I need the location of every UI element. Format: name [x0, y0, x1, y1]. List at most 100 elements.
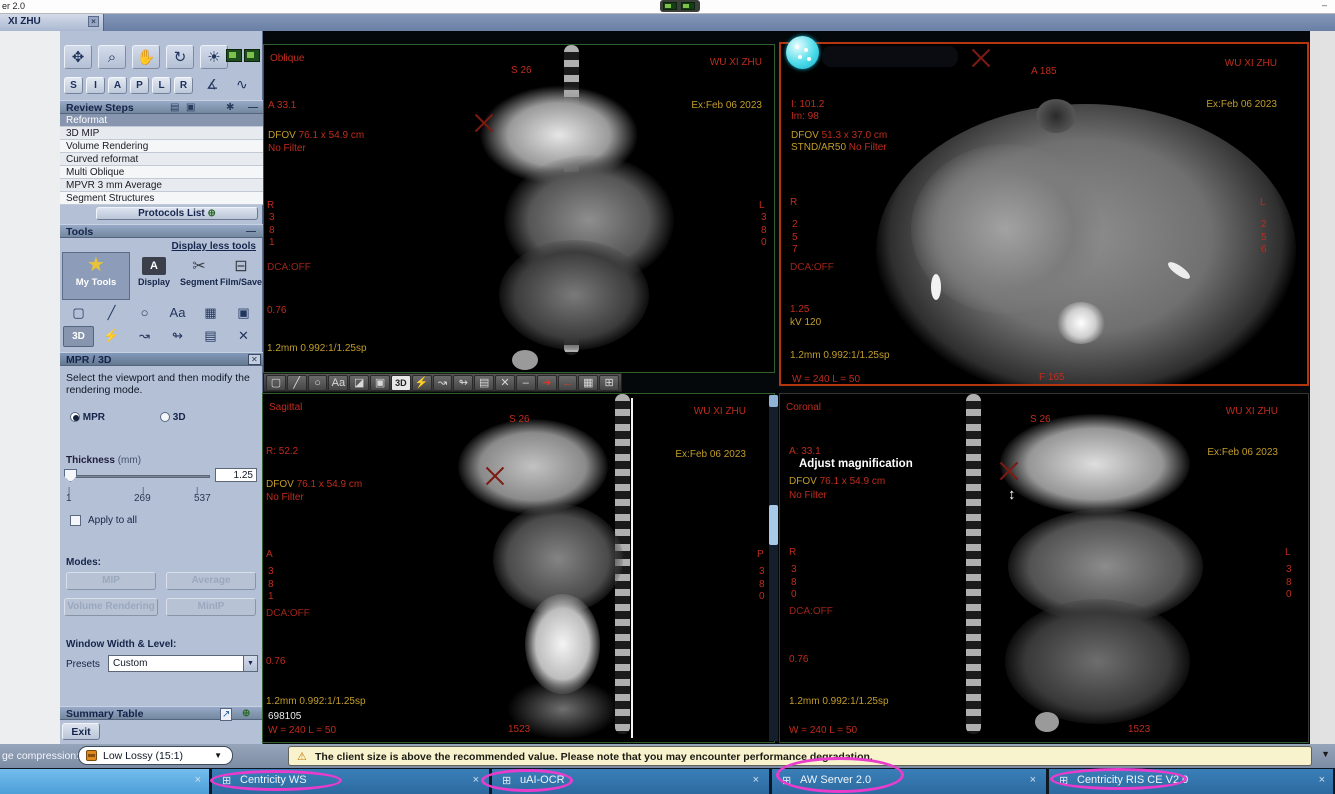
ellipse-roi-tool-icon[interactable]: ○: [308, 375, 328, 391]
close-tab-icon[interactable]: ×: [1319, 774, 1325, 786]
film-save-tool-icon[interactable]: ▦: [578, 375, 598, 391]
curve-tool-icon[interactable]: ↝: [433, 375, 453, 391]
stack-tool-icon[interactable]: ▦: [195, 303, 226, 324]
tab-aw-server[interactable]: ⊞ AW Server 2.0 ×: [772, 769, 1046, 794]
viewport-sagittal[interactable]: Sagittal S 26 WU XI ZHU Ex:Feb 06 2023 R…: [262, 393, 775, 743]
close-tab-icon[interactable]: ×: [473, 774, 479, 786]
curve-add-tool-icon[interactable]: ↬: [453, 375, 473, 391]
crosshair[interactable]: [997, 459, 1021, 483]
next-step-tool-icon[interactable]: ➜: [537, 375, 557, 391]
thickness-slider-thumb[interactable]: [64, 469, 77, 482]
layout-tool-icon[interactable]: ⊞: [599, 375, 619, 391]
viewport-oblique[interactable]: Oblique S 26 WU XI ZHU Ex:Feb 06 2023 A …: [263, 44, 775, 373]
apply-to-all-checkbox[interactable]: [70, 515, 81, 526]
radio-3d[interactable]: 3D: [160, 412, 186, 423]
3d-tool-icon[interactable]: 3D: [391, 375, 411, 391]
orient-s-button[interactable]: S: [64, 77, 83, 94]
review-step-item[interactable]: 3D MIP: [60, 127, 263, 140]
display-less-tools-link[interactable]: Display less tools: [172, 241, 256, 252]
curve-add-tool-icon[interactable]: ↬: [162, 326, 193, 347]
review-step-item[interactable]: Volume Rendering: [60, 140, 263, 153]
text-annotation-tool-icon[interactable]: Aa: [328, 375, 348, 391]
review-step-item[interactable]: Reformat: [60, 114, 263, 127]
select-tool-icon[interactable]: ▢: [63, 303, 94, 324]
eraser-tool-icon[interactable]: ◪: [349, 375, 369, 391]
tools-tab-display[interactable]: A Display: [132, 252, 176, 300]
collapse-icon[interactable]: —: [248, 102, 258, 113]
prev-step-tool-icon[interactable]: ←: [558, 375, 578, 391]
gear-icon[interactable]: ✱: [226, 102, 234, 113]
collapse-icon[interactable]: —: [246, 226, 256, 237]
chevron-down-icon[interactable]: ▼: [243, 656, 257, 671]
scroll-thumb[interactable]: [769, 505, 778, 545]
protocols-list-button[interactable]: Protocols List ⊕: [96, 207, 258, 220]
magnify-icon[interactable]: ⌕: [98, 45, 126, 69]
rotate-icon[interactable]: ↻: [166, 45, 194, 69]
minip-button[interactable]: MinIP: [166, 598, 256, 616]
scroll-up-button[interactable]: [769, 395, 778, 407]
series-save-icon[interactable]: [226, 49, 242, 62]
popout-arrow-icon[interactable]: ↗: [220, 708, 232, 721]
orient-l-button[interactable]: L: [152, 77, 171, 94]
viewport-axial[interactable]: A 185 WU XI ZHU Ex:Feb 06 2023 I: 101.2 …: [779, 42, 1309, 386]
ruler-tool-icon[interactable]: ╱: [287, 375, 307, 391]
tab-current[interactable]: ×: [0, 769, 209, 794]
minimize-tool-icon[interactable]: –: [516, 375, 536, 391]
compression-dropdown[interactable]: Low Lossy (15:1) ▼: [78, 746, 233, 765]
close-icon[interactable]: ✕: [248, 354, 261, 365]
volume-rendering-button[interactable]: Volume Rendering: [64, 598, 158, 616]
select-tool-icon[interactable]: ▢: [266, 375, 286, 391]
exit-button[interactable]: Exit: [62, 723, 100, 740]
pan-icon[interactable]: ✥: [64, 45, 92, 69]
film-tool-icon[interactable]: ▤: [474, 375, 494, 391]
close-tab-icon[interactable]: ×: [1030, 774, 1036, 786]
film-icon[interactable]: ▤: [170, 102, 179, 113]
patient-session-tab[interactable]: XI ZHU ×: [0, 14, 104, 31]
close-tab-icon[interactable]: ×: [195, 774, 201, 786]
snapshot-tool-icon[interactable]: ▣: [228, 303, 259, 324]
orient-i-button[interactable]: I: [86, 77, 105, 94]
review-step-item[interactable]: Multi Oblique: [60, 166, 263, 179]
orient-a-button[interactable]: A: [108, 77, 127, 94]
review-step-item[interactable]: Segment Structures: [60, 192, 263, 205]
review-step-item[interactable]: MPVR 3 mm Average: [60, 179, 263, 192]
chevron-down-icon[interactable]: ▼: [1321, 749, 1330, 759]
my-tools-button[interactable]: ★ My Tools: [62, 252, 130, 300]
plus-icon[interactable]: ⊕: [242, 708, 250, 719]
delete-tool-icon[interactable]: ✕: [495, 375, 515, 391]
crosshair[interactable]: [472, 111, 496, 135]
tab-uai-ocr[interactable]: ⊞ uAI-OCR ×: [492, 769, 769, 794]
measure-angle-icon[interactable]: ∡: [206, 76, 219, 93]
brightness-icon[interactable]: ☀: [200, 45, 228, 69]
presets-dropdown[interactable]: Custom ▼: [108, 655, 258, 672]
snapshot-tool-icon[interactable]: ▣: [370, 375, 390, 391]
image-scrollbar[interactable]: [769, 395, 778, 741]
orient-p-button[interactable]: P: [130, 77, 149, 94]
mip-button[interactable]: MIP: [66, 572, 156, 590]
copy-tool-icon[interactable]: ▤: [195, 326, 226, 347]
average-button[interactable]: Average: [166, 572, 256, 590]
series-load-icon[interactable]: [244, 49, 260, 62]
review-step-item[interactable]: Curved reformat: [60, 153, 263, 166]
segment-seed-tool-icon[interactable]: ⚡: [412, 375, 432, 391]
orient-r-button[interactable]: R: [174, 77, 193, 94]
3d-tool-icon[interactable]: 3D: [63, 326, 94, 347]
close-tab-icon[interactable]: ×: [753, 774, 759, 786]
thickness-slider-track[interactable]: [68, 475, 210, 478]
hand-icon[interactable]: ✋: [132, 45, 160, 69]
radio-mpr[interactable]: MPR: [70, 412, 105, 423]
tab-centricity-ris[interactable]: ⊞ Centricity RIS CE V2.0 ×: [1049, 769, 1333, 794]
crosshair[interactable]: [483, 464, 507, 488]
viewport-coronal[interactable]: Coronal S 26 WU XI ZHU Ex:Feb 06 2023 A:…: [779, 393, 1309, 743]
close-session-icon[interactable]: ×: [88, 16, 99, 27]
minimize-button[interactable]: –: [1322, 0, 1327, 10]
thickness-value-box[interactable]: 1.25: [215, 468, 257, 482]
tools-tab-filmsave[interactable]: ⊟ Film/Save: [220, 252, 262, 300]
tab-centricity-ws[interactable]: ⊞ Centricity WS ×: [212, 769, 489, 794]
camera-icon[interactable]: ▣: [186, 102, 195, 113]
segment-seed-tool-icon[interactable]: ⚡: [96, 326, 127, 347]
ellipse-roi-tool-icon[interactable]: ○: [129, 303, 160, 324]
ruler-tool-icon[interactable]: ╱: [96, 303, 127, 324]
text-annotation-tool-icon[interactable]: Aa: [162, 303, 193, 324]
ai-processing-icon[interactable]: [786, 36, 819, 69]
